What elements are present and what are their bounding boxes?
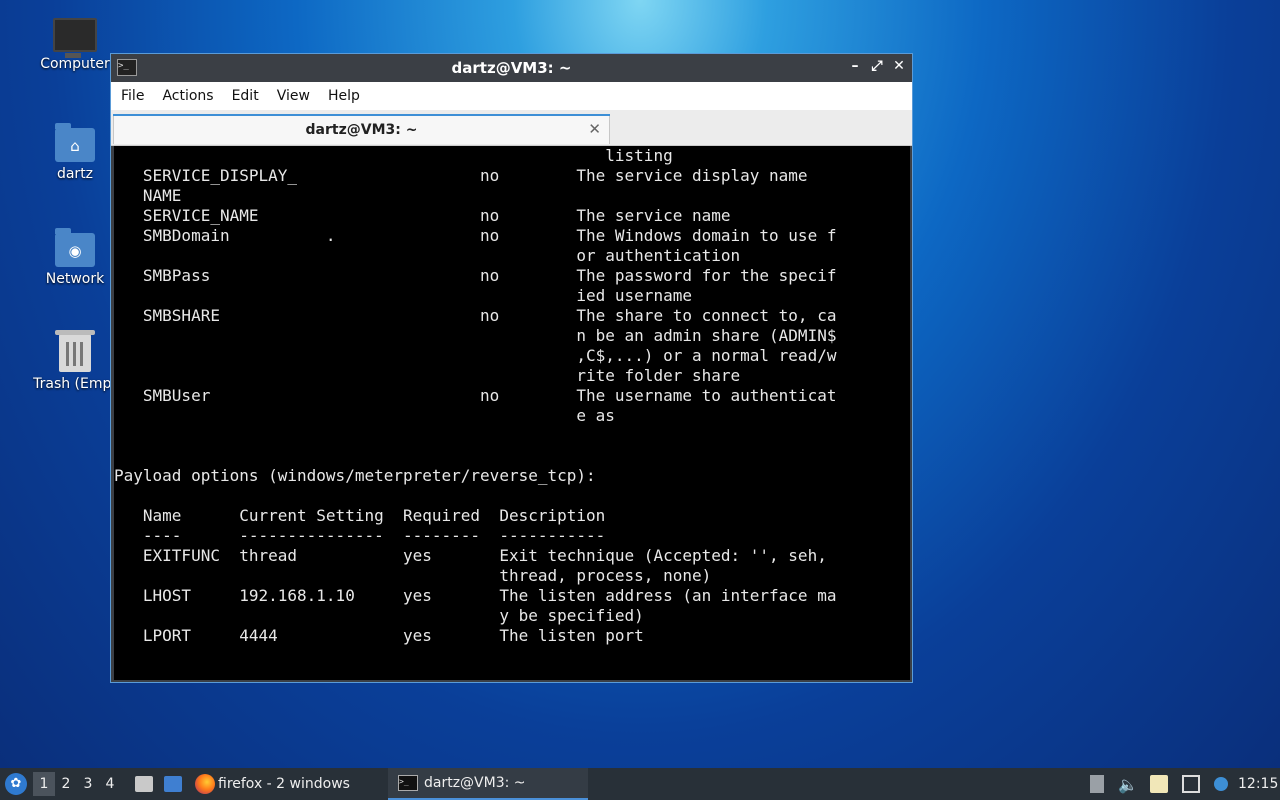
home-folder-icon: ⌂	[55, 123, 95, 162]
close-icon[interactable]: ✕	[892, 58, 906, 74]
terminal-line: n be an admin share (ADMIN$	[114, 326, 837, 345]
workspace-4[interactable]: 4	[99, 772, 121, 796]
notification-icon[interactable]	[1090, 775, 1104, 793]
terminal-line: Name Current Setting Required Descriptio…	[114, 506, 606, 525]
menubar: File Actions Edit View Help	[111, 82, 912, 110]
file-manager-launcher[interactable]	[135, 768, 153, 800]
tab-close-icon[interactable]: ✕	[588, 120, 601, 138]
tab-terminal[interactable]: dartz@VM3: ~ ✕	[113, 114, 610, 144]
terminal-line: SMBDomain . no The Windows domain to use…	[114, 226, 837, 245]
terminal-line: Payload options (windows/meterpreter/rev…	[114, 466, 596, 485]
firefox-icon	[195, 774, 215, 794]
menu-actions[interactable]: Actions	[162, 88, 213, 104]
menu-edit[interactable]: Edit	[232, 88, 259, 104]
network-folder-icon: ◉	[55, 228, 95, 267]
terminal-line: SERVICE_NAME no The service name	[114, 206, 731, 225]
workspace-3[interactable]: 3	[77, 772, 99, 796]
trash-icon	[55, 330, 95, 372]
terminal-line: listing	[114, 146, 673, 165]
terminal-icon: >_	[398, 775, 418, 791]
maximize-icon[interactable]: ⤢	[870, 58, 884, 74]
terminal-output[interactable]: listing SERVICE_DISPLAY_ no The service …	[114, 146, 910, 680]
clipboard-icon[interactable]	[1150, 775, 1168, 793]
task-label: dartz@VM3: ~	[424, 775, 526, 791]
terminal-line: LHOST 192.168.1.10 yes The listen addres…	[114, 586, 837, 605]
tab-bar: dartz@VM3: ~ ✕	[111, 110, 912, 146]
task-terminal[interactable]: >_ dartz@VM3: ~	[388, 768, 588, 800]
workspace-1[interactable]: 1	[33, 772, 55, 796]
terminal-line: rite folder share	[114, 366, 741, 385]
network-icon[interactable]	[1182, 775, 1200, 793]
terminal-line: ied username	[114, 286, 692, 305]
updates-icon[interactable]	[1214, 777, 1228, 791]
start-menu-button[interactable]: ✿	[5, 768, 27, 800]
menu-file[interactable]: File	[121, 88, 144, 104]
menu-view[interactable]: View	[277, 88, 310, 104]
terminal-line: SMBUser no The username to authenticat	[114, 386, 837, 405]
menu-help[interactable]: Help	[328, 88, 360, 104]
terminal-line: e as	[114, 406, 615, 425]
taskbar: ✿ 1 2 3 4 firefox - 2 windows >_ dartz@V…	[0, 768, 1280, 800]
desktop-icon	[164, 776, 182, 792]
terminal-line: y be specified)	[114, 606, 644, 625]
workspace-2[interactable]: 2	[55, 772, 77, 796]
window-titlebar[interactable]: >_ dartz@VM3: ~ – ⤢ ✕	[111, 54, 912, 82]
terminal-line: SMBSHARE no The share to connect to, ca	[114, 306, 837, 325]
clock[interactable]: 12:15	[1238, 768, 1278, 800]
task-firefox[interactable]: firefox - 2 windows	[195, 768, 360, 800]
terminal-line: SERVICE_DISPLAY_ no The service display …	[114, 166, 808, 185]
volume-icon[interactable]: 🔈	[1118, 775, 1138, 794]
terminal-line: or authentication	[114, 246, 741, 265]
task-label: firefox - 2 windows	[218, 776, 350, 792]
terminal-line: LPORT 4444 yes The listen port	[114, 626, 644, 645]
tab-label: dartz@VM3: ~	[305, 122, 418, 138]
start-menu-icon: ✿	[5, 773, 27, 795]
minimize-icon[interactable]: –	[848, 58, 862, 74]
file-manager-icon	[135, 776, 153, 792]
terminal-line: EXITFUNC thread yes Exit technique (Acce…	[114, 546, 827, 565]
window-title: dartz@VM3: ~	[451, 59, 572, 77]
terminal-line: ---- --------------- -------- ----------…	[114, 526, 606, 545]
terminal-line: SMBPass no The password for the specif	[114, 266, 837, 285]
show-desktop-button[interactable]	[164, 768, 182, 800]
terminal-line: NAME	[114, 186, 182, 205]
terminal-window: >_ dartz@VM3: ~ – ⤢ ✕ File Actions Edit …	[110, 53, 913, 683]
computer-icon	[53, 18, 97, 58]
terminal-line: ,C$,...) or a normal read/w	[114, 346, 837, 365]
terminal-line: thread, process, none)	[114, 566, 712, 585]
